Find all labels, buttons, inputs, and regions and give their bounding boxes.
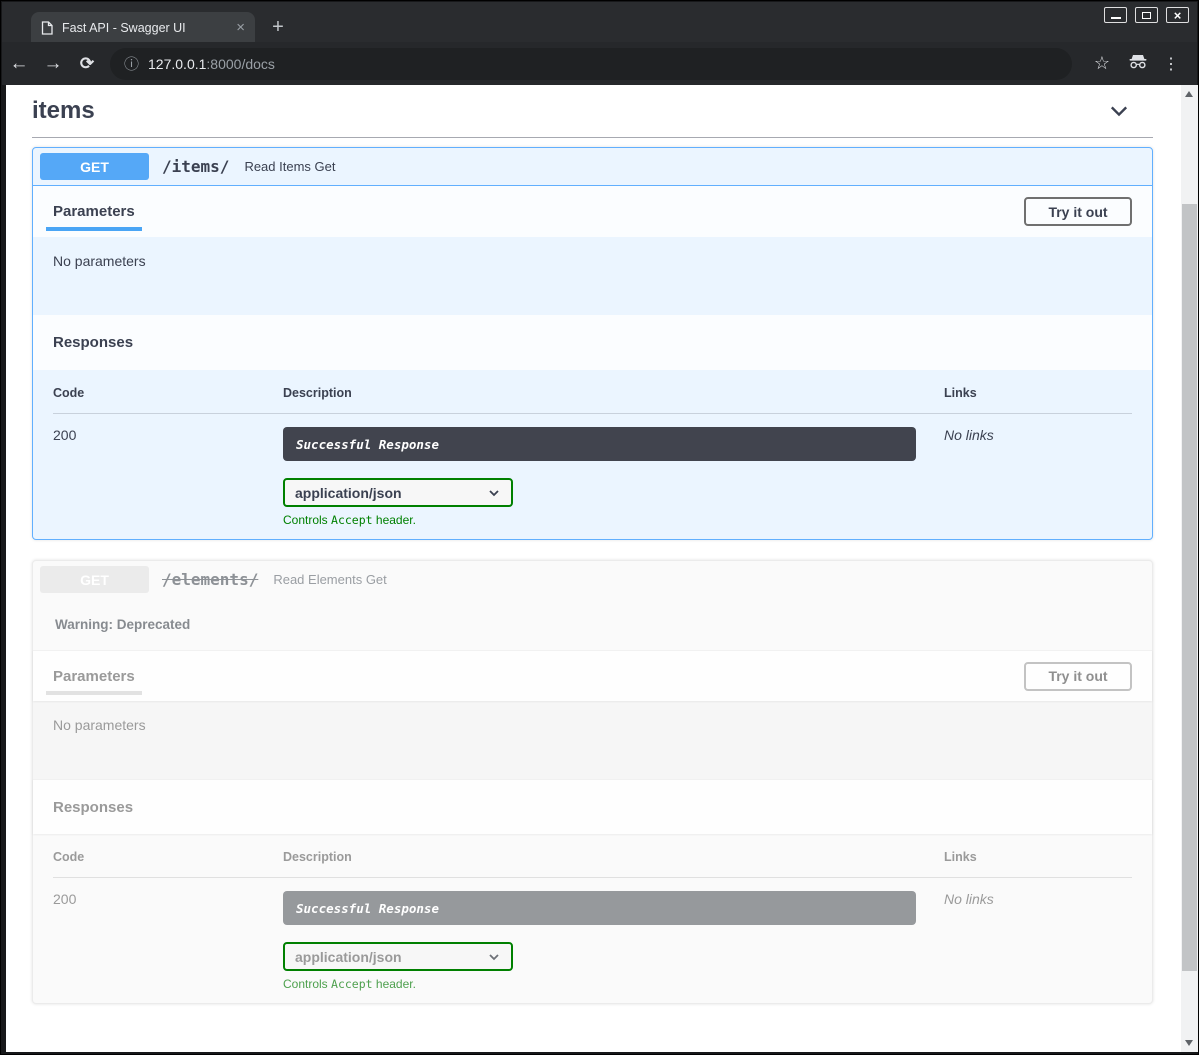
- parameters-body: No parameters: [33, 701, 1152, 779]
- responses-header: Responses: [33, 315, 1152, 370]
- accept-header-note: Controls Accept header.: [283, 513, 944, 527]
- minimize-icon: [1111, 17, 1121, 19]
- section-divider: [32, 137, 1153, 138]
- select-chevron-icon: [487, 950, 501, 964]
- operation-summary[interactable]: GET /items/ Read Items Get: [33, 148, 1152, 186]
- responses-label: Responses: [53, 799, 133, 816]
- responses-table-head: Code Description Links: [53, 386, 1132, 414]
- tab-parameters[interactable]: Parameters: [53, 651, 135, 701]
- scrollbar-up-icon[interactable]: [1185, 91, 1193, 97]
- parameters-label: Parameters: [53, 668, 135, 685]
- col-header-description: Description: [283, 386, 944, 400]
- try-it-out-button[interactable]: Try it out: [1024, 197, 1132, 226]
- method-badge: GET: [40, 153, 149, 180]
- col-header-links: Links: [944, 386, 1132, 400]
- parameters-body: No parameters: [33, 237, 1152, 315]
- col-header-code: Code: [53, 850, 283, 864]
- forward-icon[interactable]: →: [36, 53, 70, 75]
- browser-toolbar: ← → ⟳ ⓘ 127.0.0.1 :8000/docs ☆ ⋮: [2, 42, 1197, 85]
- parameters-header: Parameters Try it out: [33, 650, 1152, 701]
- responses-table: Code Description Links 200 Successful Re…: [33, 370, 1152, 539]
- page-content: items GET /items/ Read Items Get Paramet…: [6, 85, 1181, 1052]
- no-links-text: No links: [944, 427, 994, 443]
- response-row: 200 Successful Response application/json…: [53, 414, 1132, 527]
- window-close-button[interactable]: ×: [1166, 7, 1189, 23]
- page-favicon-icon: [41, 21, 53, 35]
- response-code: 200: [53, 891, 283, 991]
- media-type-value: application/json: [295, 949, 487, 965]
- scrollbar-down-icon[interactable]: [1185, 1040, 1193, 1046]
- method-badge: GET: [40, 566, 149, 593]
- browser-menu-icon[interactable]: ⋮: [1156, 54, 1186, 74]
- tab-parameters[interactable]: Parameters: [53, 186, 135, 237]
- responses-table: Code Description Links 200 Successful Re…: [33, 834, 1152, 1003]
- back-icon[interactable]: ←: [2, 53, 36, 75]
- bookmark-star-icon[interactable]: ☆: [1084, 53, 1120, 74]
- response-description-box: Successful Response: [283, 427, 916, 461]
- window-minimize-button[interactable]: [1104, 7, 1127, 23]
- operation-path: /elements/: [162, 570, 258, 589]
- no-links-text: No links: [944, 891, 994, 907]
- browser-window: Fast API - Swagger UI × + × ← → ⟳ ⓘ 127.…: [0, 0, 1199, 1055]
- scrollbar[interactable]: [1181, 85, 1198, 1052]
- chevron-down-icon[interactable]: [1107, 99, 1131, 123]
- maximize-icon: [1142, 12, 1151, 19]
- opblock-get-elements-deprecated: GET /elements/ Read Elements Get Warning…: [32, 560, 1153, 1004]
- window-controls: ×: [1104, 7, 1189, 23]
- active-tab-underline: [46, 227, 142, 231]
- responses-table-head: Code Description Links: [53, 850, 1132, 878]
- operation-summary[interactable]: GET /elements/ Read Elements Get: [33, 561, 1152, 599]
- operation-path: /items/: [162, 157, 229, 176]
- operation-description: Read Items Get: [244, 159, 335, 174]
- opblock-get-items: GET /items/ Read Items Get Parameters Tr…: [32, 147, 1153, 540]
- response-code: 200: [53, 427, 283, 527]
- active-tab-underline: [46, 691, 142, 695]
- no-parameters-text: No parameters: [53, 253, 146, 269]
- tag-section-header[interactable]: items: [32, 93, 1153, 129]
- window-maximize-button[interactable]: [1135, 7, 1158, 23]
- address-bar[interactable]: ⓘ 127.0.0.1 :8000/docs: [110, 48, 1072, 80]
- media-type-value: application/json: [295, 485, 487, 501]
- parameters-header: Parameters Try it out: [33, 186, 1152, 237]
- no-parameters-text: No parameters: [53, 717, 146, 733]
- media-type-select[interactable]: application/json: [283, 478, 513, 507]
- url-host: 127.0.0.1: [148, 56, 206, 72]
- media-type-select[interactable]: application/json: [283, 942, 513, 971]
- tab-close-icon[interactable]: ×: [236, 19, 245, 36]
- reload-icon[interactable]: ⟳: [70, 54, 104, 74]
- tag-title: items: [32, 97, 1107, 125]
- tab-strip: Fast API - Swagger UI × + ×: [2, 2, 1197, 42]
- responses-label: Responses: [53, 334, 133, 351]
- new-tab-button[interactable]: +: [266, 14, 290, 40]
- col-header-description: Description: [283, 850, 944, 864]
- tab-title: Fast API - Swagger UI: [62, 21, 230, 35]
- col-header-links: Links: [944, 850, 1132, 864]
- url-path: :8000/docs: [206, 56, 275, 72]
- response-row: 200 Successful Response application/json…: [53, 878, 1132, 991]
- response-description-box: Successful Response: [283, 891, 916, 925]
- try-it-out-button[interactable]: Try it out: [1024, 662, 1132, 691]
- scrollbar-thumb[interactable]: [1182, 204, 1197, 971]
- parameters-label: Parameters: [53, 203, 135, 220]
- operation-description: Read Elements Get: [273, 572, 386, 587]
- close-icon: ×: [1174, 9, 1182, 22]
- deprecated-warning: Warning: Deprecated: [33, 599, 1152, 650]
- col-header-code: Code: [53, 386, 283, 400]
- select-chevron-icon: [487, 486, 501, 500]
- accept-header-note: Controls Accept header.: [283, 977, 944, 991]
- responses-header: Responses: [33, 779, 1152, 834]
- incognito-icon: [1120, 53, 1156, 74]
- browser-tab[interactable]: Fast API - Swagger UI ×: [31, 12, 255, 43]
- site-info-icon[interactable]: ⓘ: [124, 53, 139, 74]
